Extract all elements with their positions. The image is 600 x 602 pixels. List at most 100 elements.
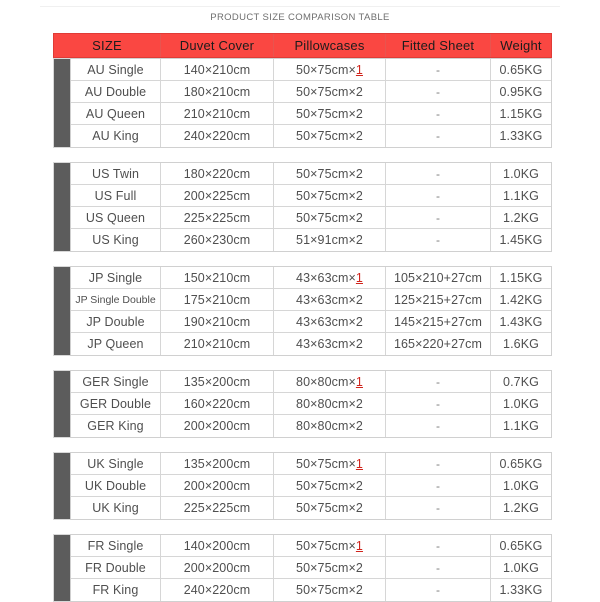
pillowcase-dimensions: 80×80cm× — [296, 419, 356, 433]
cell-size: US Queen — [71, 207, 161, 228]
cell-weight: 1.15KG — [499, 106, 543, 121]
section-rows: JP Single 150×210cm 43×63cm× 1 105×210+27cm 1… — [70, 266, 552, 356]
pillowcase-dimensions: 43×63cm× — [296, 270, 356, 285]
cell-pillowcases: 50×75cm× 1 — [274, 453, 386, 474]
table-row: US Queen 225×225cm 50×75cm× 2-1.2KG — [71, 207, 551, 229]
section-ger: GER Single 135×200cm 80×80cm× 1-0.7KG GER Do… — [53, 370, 552, 438]
table-row: JP Single Double 175×210cm 43×63cm× 2 125×21… — [71, 289, 551, 311]
cell-duvet-cover: 160×220cm — [161, 393, 274, 414]
pillowcase-dimensions: 50×75cm× — [296, 501, 356, 515]
cell-pillowcases: 43×63cm× 1 — [274, 267, 386, 288]
pillowcase-quantity: 2 — [355, 396, 363, 411]
pillowcase-dimensions: 50×75cm× — [296, 188, 356, 203]
pillowcase-quantity: 1 — [355, 538, 363, 553]
cell-duvet-cover: 140×200cm — [161, 535, 274, 556]
cell-fitted-sheet: - — [386, 59, 491, 80]
cell-fitted-sheet: 125×215+27cm — [386, 289, 491, 310]
cell-size: US Twin — [71, 163, 161, 184]
pillowcase-dimensions: 50×75cm× — [296, 84, 356, 99]
cell-duvet-cover: 200×225cm — [161, 185, 274, 206]
cell-fitted-sheet: - — [386, 475, 491, 496]
table-row: AU King 240×220cm 50×75cm× 2-1.33KG — [71, 125, 551, 147]
cell-size: JP Single — [71, 267, 161, 288]
cell-weight: 1.15KG — [499, 270, 543, 285]
cell-weight: 0.95KG — [499, 84, 543, 99]
pillowcase-quantity: 2 — [355, 106, 363, 121]
pillowcase-quantity: 2 — [355, 188, 363, 203]
cell-pillowcases: 80×80cm× 2 — [274, 415, 386, 437]
cell-pillowcases: 50×75cm× 2 — [274, 81, 386, 102]
section-rows: FR Single 140×200cm 50×75cm× 1-0.65KG FR Dou… — [70, 534, 552, 602]
cell-fitted-sheet: - — [386, 393, 491, 414]
cell-fitted-sheet: - — [386, 163, 491, 184]
table-row: GER Double 160×220cm 80×80cm× 2-1.0KG — [71, 393, 551, 415]
pillowcase-dimensions: 43×63cm× — [296, 292, 356, 307]
cell-weight: 1.33KG — [499, 583, 543, 597]
cell-pillowcases: 80×80cm× 2 — [274, 393, 386, 414]
pillowcase-quantity: 2 — [355, 129, 363, 143]
cell-weight: 1.0KG — [503, 166, 539, 181]
pillowcase-dimensions: 50×75cm× — [296, 106, 356, 121]
cell-pillowcases: 50×75cm× 2 — [274, 475, 386, 496]
table-row: JP Double 190×210cm 43×63cm× 2 145×215+27cm 1… — [71, 311, 551, 333]
pillowcase-quantity: 2 — [355, 292, 363, 307]
cell-fitted-sheet: - — [386, 81, 491, 102]
column-header-size: SIZE — [54, 34, 161, 57]
column-header-weight: Weight — [500, 38, 542, 53]
cell-duvet-cover: 200×200cm — [161, 557, 274, 578]
cell-pillowcases: 50×75cm× 2 — [274, 125, 386, 147]
pillowcase-dimensions: 50×75cm× — [296, 478, 356, 493]
pillowcase-dimensions: 50×75cm× — [296, 129, 356, 143]
pillowcase-quantity: 2 — [355, 210, 363, 225]
section-fr: FR Single 140×200cm 50×75cm× 1-0.65KG FR Dou… — [53, 534, 552, 602]
cell-pillowcases: 50×75cm× 2 — [274, 163, 386, 184]
pillowcase-dimensions: 50×75cm× — [296, 538, 356, 553]
cell-pillowcases: 50×75cm× 2 — [274, 497, 386, 519]
cell-size: UK King — [71, 497, 161, 519]
pillowcase-dimensions: 50×75cm× — [296, 62, 356, 77]
pillowcase-quantity: 2 — [355, 337, 363, 351]
table-row: JP Single 150×210cm 43×63cm× 1 105×210+27cm 1… — [71, 267, 551, 289]
table-row: FR Single 140×200cm 50×75cm× 1-0.65KG — [71, 535, 551, 557]
section-rows: US Twin 180×220cm 50×75cm× 2-1.0KG US Full 20… — [70, 162, 552, 252]
section-marker-bar — [53, 534, 70, 602]
cell-pillowcases: 43×63cm× 2 — [274, 333, 386, 355]
pillowcase-quantity: 2 — [355, 419, 363, 433]
cell-size: AU Double — [71, 81, 161, 102]
section-jp: JP Single 150×210cm 43×63cm× 1 105×210+27cm 1… — [53, 266, 552, 356]
cell-duvet-cover: 180×220cm — [161, 163, 274, 184]
pillowcase-dimensions: 43×63cm× — [296, 314, 356, 329]
section-marker-bar — [53, 370, 70, 438]
cell-weight: 1.42KG — [499, 292, 543, 307]
pillowcase-quantity: 1 — [355, 62, 363, 77]
cell-size: GER Single — [71, 371, 161, 392]
cell-pillowcases: 50×75cm× 2 — [274, 103, 386, 124]
table-row: AU Queen 210×210cm 50×75cm× 2-1.15KG — [71, 103, 551, 125]
cell-weight: 1.2KG — [503, 210, 539, 225]
table-header-row: SIZE Duvet Cover Pillowcases Fitted Shee… — [53, 33, 552, 58]
pillowcase-dimensions: 50×75cm× — [296, 166, 356, 181]
cell-size: GER Double — [71, 393, 161, 414]
cell-weight: 1.0KG — [503, 478, 539, 493]
cell-size: FR King — [71, 579, 161, 601]
size-comparison-page: PRODUCT SIZE COMPARISON TABLE SIZE Duvet… — [0, 0, 600, 602]
pillowcase-quantity: 1 — [355, 374, 363, 389]
cell-weight: 0.65KG — [499, 62, 543, 77]
table-row: UK King 225×225cm 50×75cm× 2-1.2KG — [71, 497, 551, 519]
table-row: AU Double 180×210cm 50×75cm× 2-0.95KG — [71, 81, 551, 103]
pillowcase-dimensions: 43×63cm× — [296, 337, 356, 351]
cell-pillowcases: 51×91cm× 2 — [274, 229, 386, 251]
pillowcase-dimensions: 50×75cm× — [296, 560, 356, 575]
cell-size: GER King — [71, 415, 161, 437]
section-us: US Twin 180×220cm 50×75cm× 2-1.0KG US Full 20… — [53, 162, 552, 252]
cell-weight: 1.2KG — [503, 501, 539, 515]
cell-size: AU Single — [71, 59, 161, 80]
cell-weight: 1.43KG — [499, 314, 543, 329]
table-row: AU Single 140×210cm 50×75cm× 1-0.65KG — [71, 59, 551, 81]
cell-fitted-sheet: 145×215+27cm — [386, 311, 491, 332]
column-header-duvet: Duvet Cover — [161, 34, 274, 57]
cell-fitted-sheet: - — [386, 415, 491, 437]
table-row: GER King 200×200cm 80×80cm× 2-1.1KG — [71, 415, 551, 437]
cell-fitted-sheet: - — [386, 579, 491, 601]
cell-fitted-sheet: - — [386, 103, 491, 124]
